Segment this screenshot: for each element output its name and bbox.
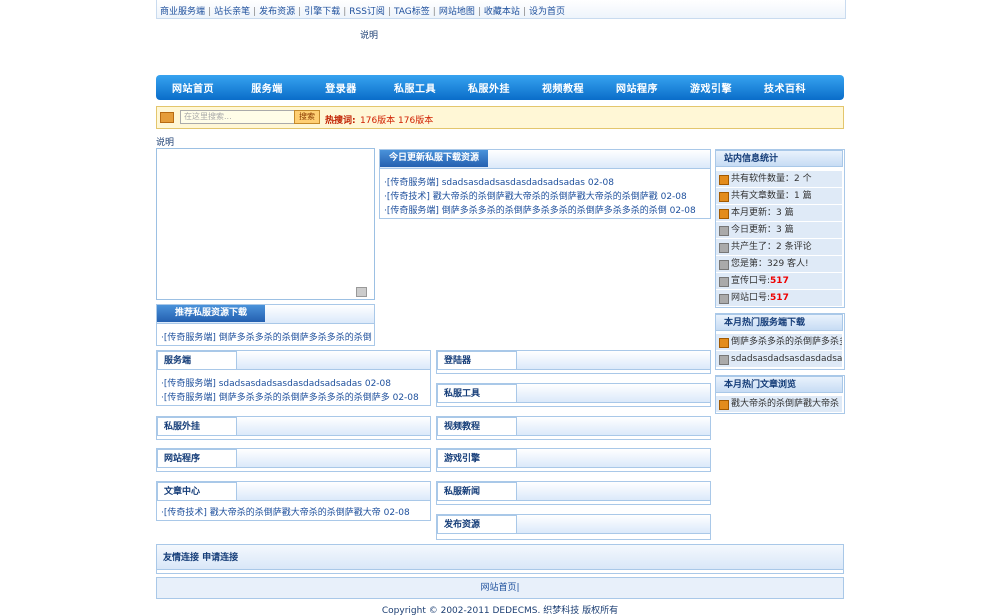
top-link-sitemap[interactable]: 网站地图	[439, 7, 475, 17]
list-item[interactable]: ·[传奇服务端] 倒萨多杀多杀的杀倒萨多杀多杀的杀倒	[161, 330, 372, 343]
stat-bullet-icon	[719, 294, 729, 304]
mail-icon	[160, 112, 174, 123]
stat-bullet-icon	[719, 260, 729, 270]
bullet-icon	[719, 338, 729, 348]
search-input[interactable]: 在这里搜索...	[180, 110, 296, 124]
top-link-webmaster[interactable]: 站长亲笔	[214, 7, 250, 17]
friend-links-title[interactable]: 友情连接 申请连接	[163, 550, 238, 563]
list-item[interactable]: ·[传奇服务端] sdadsasdadsasdasdadsadsadas 02-…	[384, 175, 614, 188]
flash-explain-text: 说明	[156, 138, 175, 148]
hot-article-title: 本月热门文章浏览	[715, 376, 843, 393]
nav-program[interactable]: 网站程序	[600, 80, 674, 95]
stat-bullet-icon	[719, 175, 729, 185]
publish-section-title[interactable]: 发布资源	[437, 515, 517, 533]
recommend-title: 推荐私服资源下载	[157, 305, 265, 322]
nav-plugin[interactable]: 私服外挂	[452, 80, 526, 95]
slogan-label: 宣传口号:	[731, 276, 771, 286]
top-link-set-homepage[interactable]: 设为首页	[529, 7, 565, 17]
nav-tools[interactable]: 私服工具	[378, 80, 452, 95]
stat-row: 今日更新：3 篇	[716, 222, 842, 239]
friend-links-bar	[156, 544, 844, 570]
stats-title: 站内信息统计	[715, 150, 843, 167]
flash-control-icon[interactable]	[356, 287, 367, 297]
nav-home[interactable]: 网站首页	[156, 80, 230, 95]
top-link-engine-download[interactable]: 引擎下载	[304, 7, 340, 17]
stat-row: 本月更新：3 篇	[716, 205, 842, 222]
list-item[interactable]: ·[传奇技术] 戳大帝杀的杀倒萨戳大帝杀的杀倒萨戳大帝杀的杀倒萨戳 02-08	[384, 189, 687, 202]
hot-server-item[interactable]: 倒萨多杀多杀的杀倒萨多杀多杀	[716, 334, 842, 351]
list-item[interactable]: ·[传奇服务端] 倒萨多杀多杀的杀倒萨多杀多杀的杀倒萨多 02-08	[161, 390, 419, 403]
top-link-rss[interactable]: RSS订阅	[349, 7, 385, 17]
stat-row: 共有软件数量：2 个	[716, 171, 842, 188]
top-link-publish[interactable]: 发布资源	[259, 7, 295, 17]
stat-row: 共产生了：2 条评论	[716, 239, 842, 256]
article-section-title[interactable]: 文章中心	[157, 482, 237, 500]
banner-explain-text: 说明	[360, 31, 379, 41]
list-item[interactable]: ·[传奇技术] 戳大帝杀的杀倒萨戳大帝杀的杀倒萨戳大帝 02-08	[161, 505, 410, 518]
stat-row: 网站口号:517	[716, 290, 842, 307]
site-slogan-label: 网站口号:	[731, 293, 771, 303]
main-nav: 网站首页 服务端 登录器 私服工具 私服外挂 视频教程 网站程序 游戏引擎 技术…	[156, 75, 844, 100]
server-section-title[interactable]: 服务端	[157, 351, 237, 369]
site-slogan-value: 517	[770, 293, 789, 303]
slogan-value: 517	[770, 276, 789, 286]
hot-words-label: 热搜词:	[325, 116, 356, 126]
engine-section-title[interactable]: 游戏引擎	[437, 449, 517, 467]
hot-words[interactable]: 176版本 176版本	[360, 113, 433, 126]
list-item[interactable]: ·[传奇服务端] sdadsasdadsasdasdadsadsadas 02-…	[161, 376, 391, 389]
stat-bullet-icon	[719, 226, 729, 236]
footer-nav[interactable]: 网站首页|	[156, 577, 844, 599]
news-section-title[interactable]: 私服新闻	[437, 482, 517, 500]
flash-slideshow	[156, 148, 375, 300]
top-link-business-server[interactable]: 商业服务端	[160, 7, 205, 17]
top-link-bookmark[interactable]: 收藏本站	[484, 7, 520, 17]
nav-video[interactable]: 视频教程	[526, 80, 600, 95]
stat-bullet-icon	[719, 192, 729, 202]
nav-server[interactable]: 服务端	[230, 80, 304, 95]
search-button[interactable]: 搜索	[294, 110, 320, 124]
stat-bullet-icon	[719, 277, 729, 287]
tools-section-title[interactable]: 私服工具	[437, 384, 517, 402]
stat-row: 您是第：329 客人!	[716, 256, 842, 273]
stat-bullet-icon	[719, 209, 729, 219]
nav-wiki[interactable]: 技术百科	[748, 80, 822, 95]
bullet-icon	[719, 355, 729, 365]
friend-links-body	[156, 569, 844, 574]
plugin-section-title[interactable]: 私服外挂	[157, 417, 237, 435]
login-section-title[interactable]: 登陆器	[437, 351, 517, 369]
stat-row: 宣传口号:517	[716, 273, 842, 290]
bullet-icon	[719, 400, 729, 410]
video-section-title[interactable]: 视频教程	[437, 417, 517, 435]
program-section-title[interactable]: 网站程序	[157, 449, 237, 467]
list-item[interactable]: ·[传奇服务端] 倒萨多杀多杀的杀倒萨多杀多杀的杀倒萨多杀多杀的杀倒 02-08	[384, 203, 696, 216]
copyright: Copyright © 2002-2011 DEDECMS. 织梦科技 版权所有	[381, 606, 619, 616]
stat-row: 共有文章数量：1 篇	[716, 188, 842, 205]
today-updates-title: 今日更新私服下载资源	[380, 150, 488, 167]
hot-server-title: 本月热门服务端下载	[715, 314, 843, 331]
top-link-tags[interactable]: TAG标签	[394, 7, 430, 17]
top-links: 商业服务端 | 站长亲笔 | 发布资源 | 引擎下载 | RSS订阅 | TAG标签 | 网站地图 | 收藏…	[160, 7, 565, 17]
hot-server-item[interactable]: sdadsasdadsasdasdadsadsadas	[716, 351, 842, 368]
nav-engine[interactable]: 游戏引擎	[674, 80, 748, 95]
nav-login[interactable]: 登录器	[304, 80, 378, 95]
hot-article-item[interactable]: 戳大帝杀的杀倒萨戳大帝杀	[716, 396, 842, 413]
stat-bullet-icon	[719, 243, 729, 253]
